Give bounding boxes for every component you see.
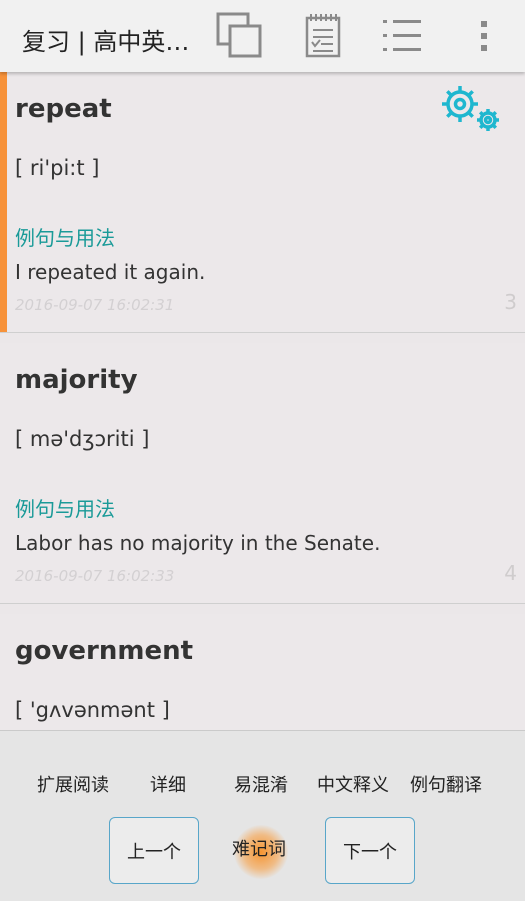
- word-text: repeat: [15, 94, 112, 124]
- phonetic-text: [ mə'dʒɔriti ]: [15, 427, 150, 451]
- phonetic-text: [ 'gʌvənmənt ]: [15, 698, 170, 722]
- page-title: 复习 | 高中英…: [22, 28, 190, 56]
- bottom-action-panel: 扩展阅读 详细 易混淆 中文释义 例句翻译 上一个 难记词 下一个: [0, 730, 525, 901]
- tab-confusables[interactable]: 易混淆: [234, 771, 288, 797]
- list-button[interactable]: [376, 12, 428, 60]
- copy-button[interactable]: [213, 12, 265, 60]
- section-label: 例句与用法: [15, 226, 115, 250]
- previous-button[interactable]: 上一个: [109, 817, 199, 884]
- section-label: 例句与用法: [15, 497, 115, 521]
- timestamp: 2016-09-07 16:02:31: [15, 296, 175, 314]
- notepad-icon: [305, 14, 341, 58]
- settings-gear-icon[interactable]: [438, 84, 504, 136]
- word-list[interactable]: repeat [ ri'pi:t ] 例句与用法 I repeated it a…: [0, 72, 525, 730]
- tab-example-translation[interactable]: 例句翻译: [410, 771, 482, 797]
- list-icon: [383, 20, 421, 51]
- tab-details[interactable]: 详细: [150, 771, 186, 797]
- overflow-menu-button[interactable]: [458, 12, 510, 60]
- tab-extended-reading[interactable]: 扩展阅读: [37, 771, 109, 797]
- notepad-button[interactable]: [296, 12, 348, 60]
- word-text: government: [15, 636, 194, 666]
- overflow-menu-icon: [481, 21, 487, 51]
- word-text: majority: [15, 365, 138, 395]
- card-index: 3: [504, 290, 517, 314]
- word-card[interactable]: majority [ mə'dʒɔriti ] 例句与用法 Labor has …: [0, 343, 525, 604]
- word-card[interactable]: repeat [ ri'pi:t ] 例句与用法 I repeated it a…: [0, 72, 525, 333]
- card-index: 4: [504, 561, 517, 585]
- top-app-bar: 复习 | 高中英…: [0, 0, 525, 72]
- active-indicator: [0, 72, 7, 332]
- timestamp: 2016-09-07 16:02:33: [15, 567, 175, 585]
- word-card[interactable]: government [ 'gʌvənmənt ]: [0, 614, 525, 730]
- example-sentence: I repeated it again.: [15, 260, 206, 284]
- copy-icon: [216, 12, 262, 58]
- tab-chinese-definition[interactable]: 中文释义: [317, 771, 389, 797]
- next-button[interactable]: 下一个: [325, 817, 415, 884]
- example-sentence: Labor has no majority in the Senate.: [15, 531, 381, 555]
- hard-word-button[interactable]: 难记词: [232, 835, 286, 861]
- phonetic-text: [ ri'pi:t ]: [15, 156, 100, 180]
